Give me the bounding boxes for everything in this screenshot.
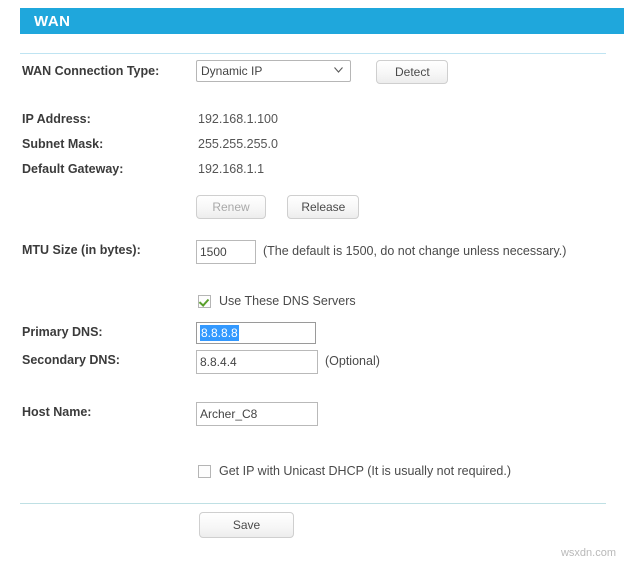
secondary-dns-input[interactable] xyxy=(196,350,318,374)
footer-divider xyxy=(20,503,606,504)
label-subnet-mask: Subnet Mask: xyxy=(22,137,104,151)
row-unicast-dhcp: Get IP with Unicast DHCP (It is usually … xyxy=(0,464,624,492)
label-default-gateway: Default Gateway: xyxy=(22,162,124,176)
row-host-name: Host Name: xyxy=(0,402,624,436)
label-mtu-size: MTU Size (in bytes): xyxy=(22,243,141,257)
use-dns-servers-label: Use These DNS Servers xyxy=(219,294,356,308)
label-host-name: Host Name: xyxy=(22,405,92,419)
value-ip-address: 192.168.1.100 xyxy=(198,112,278,126)
label-wan-connection-type: WAN Connection Type: xyxy=(22,64,160,78)
detect-button[interactable]: Detect xyxy=(376,60,449,84)
use-dns-servers-checkbox[interactable] xyxy=(198,294,211,308)
release-button[interactable]: Release xyxy=(287,195,360,219)
unicast-dhcp-label: Get IP with Unicast DHCP (It is usually … xyxy=(219,464,512,478)
page-title: WAN xyxy=(34,12,71,30)
save-button-wrap: Save xyxy=(199,512,294,538)
secondary-dns-hint: (Optional) xyxy=(325,354,380,368)
watermark: wsxdn.com xyxy=(560,547,616,559)
unicast-dhcp-checkbox[interactable] xyxy=(198,464,211,478)
row-primary-dns: Primary DNS: 8.8.8.8 xyxy=(0,322,624,350)
primary-dns-selected-text: 8.8.8.8 xyxy=(200,325,239,341)
renew-button[interactable]: Renew xyxy=(196,195,266,219)
value-default-gateway: 192.168.1.1 xyxy=(198,162,265,176)
row-use-dns-servers: Use These DNS Servers xyxy=(0,294,624,322)
row-default-gateway: Default Gateway: 192.168.1.1 xyxy=(0,162,624,187)
header-divider xyxy=(20,53,606,54)
row-ip-address: IP Address: 192.168.1.100 xyxy=(0,112,624,137)
row-renew-release: Renew Release xyxy=(0,195,624,231)
row-wan-connection-type: WAN Connection Type: Dynamic IP Detect xyxy=(0,60,624,90)
save-button[interactable]: Save xyxy=(199,512,294,538)
row-secondary-dns: Secondary DNS: (Optional) xyxy=(0,350,624,380)
wan-connection-type-select-wrap[interactable]: Dynamic IP xyxy=(196,60,351,82)
label-secondary-dns: Secondary DNS: xyxy=(22,353,120,367)
use-dns-servers-row[interactable]: Use These DNS Servers xyxy=(198,294,356,308)
wan-connection-type-select[interactable]: Dynamic IP xyxy=(196,60,351,82)
row-subnet-mask: Subnet Mask: 255.255.255.0 xyxy=(0,137,624,162)
value-subnet-mask: 255.255.255.0 xyxy=(198,137,278,151)
unicast-dhcp-row[interactable]: Get IP with Unicast DHCP (It is usually … xyxy=(198,464,511,478)
wan-settings-form: WAN Connection Type: Dynamic IP Detect I… xyxy=(0,60,624,492)
mtu-hint: (The default is 1500, do not change unle… xyxy=(263,244,567,258)
host-name-input[interactable] xyxy=(196,402,318,426)
row-mtu-size: MTU Size (in bytes): (The default is 150… xyxy=(0,240,624,280)
label-primary-dns: Primary DNS: xyxy=(22,325,103,339)
primary-dns-input[interactable]: 8.8.8.8 xyxy=(196,322,316,344)
label-ip-address: IP Address: xyxy=(22,112,91,126)
mtu-size-input[interactable] xyxy=(196,240,256,264)
page-header-bar: WAN xyxy=(20,8,624,34)
